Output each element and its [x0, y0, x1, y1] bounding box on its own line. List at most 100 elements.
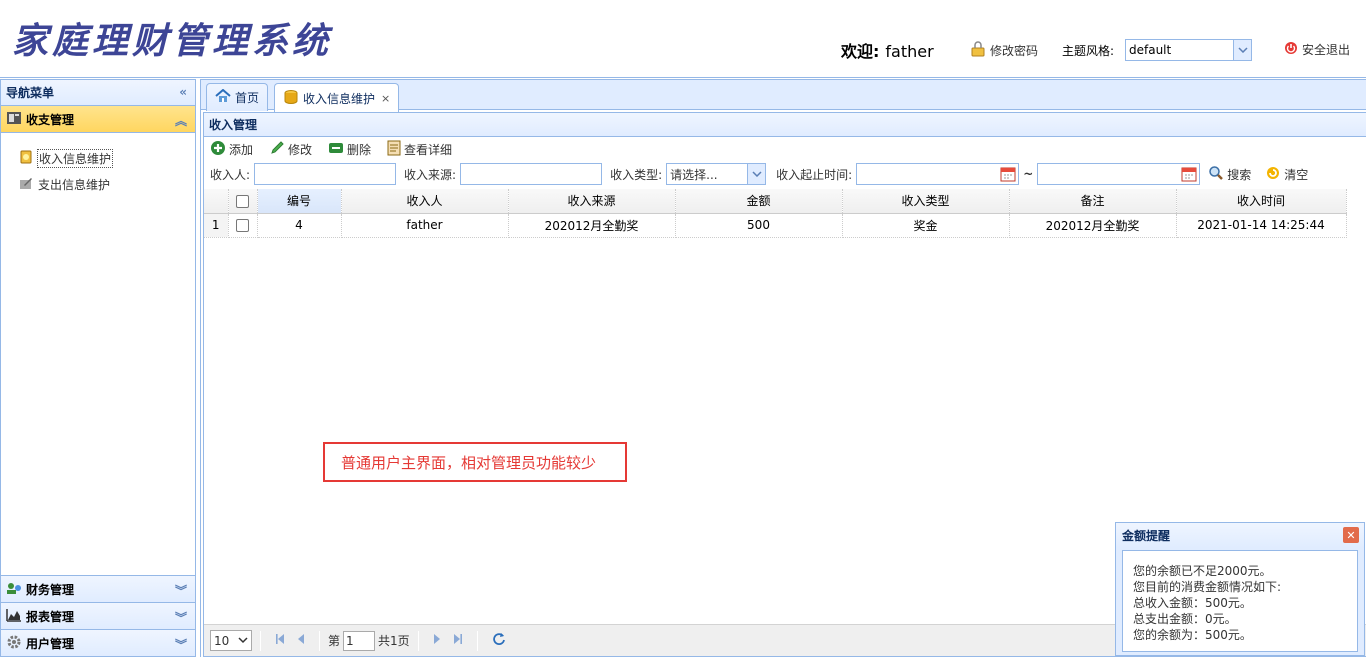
nav-item-expense[interactable]: 支出信息维护 [1, 171, 195, 197]
prev-page-icon[interactable] [297, 633, 305, 648]
add-button[interactable]: 添加 [210, 140, 253, 159]
table-row[interactable]: 1 4 father 202012月全勤奖 500 奖金 202012月全勤奖 … [204, 213, 1347, 238]
chevron-down-icon[interactable]: ︾ [175, 582, 187, 599]
payee-input[interactable] [254, 163, 397, 185]
clear-label: 清空 [1284, 167, 1309, 182]
calendar-icon[interactable] [1181, 166, 1197, 185]
calendar-icon[interactable] [1000, 166, 1016, 185]
tab-income[interactable]: 收入信息维护 × [274, 83, 400, 112]
clear-button[interactable]: 清空 [1265, 165, 1308, 184]
page-size-value: 10 [214, 633, 230, 648]
lock-icon [970, 41, 986, 60]
chevron-down-icon [747, 164, 766, 184]
nav-item-label: 支出信息维护 [38, 177, 111, 192]
last-page-icon[interactable] [453, 633, 463, 648]
search-icon [1208, 165, 1224, 184]
select-all-checkbox[interactable] [236, 194, 249, 208]
type-select[interactable]: 请选择... [666, 163, 767, 185]
nav-title: 导航菜单 [6, 86, 55, 100]
nav-section-report[interactable]: 报表管理 ︾ [1, 602, 195, 629]
page-size-select[interactable]: 10 [210, 630, 252, 651]
coins-icon [19, 150, 33, 167]
popup-line: 您的余额已不足2000元。 [1133, 564, 1272, 578]
popup-line: 总支出金额：0元。 [1133, 612, 1237, 626]
end-date-input[interactable] [1037, 163, 1201, 185]
close-icon[interactable]: × [381, 92, 390, 105]
column-header[interactable]: 收入人 [341, 189, 509, 214]
chevron-down-icon [1233, 40, 1251, 60]
search-label: 搜索 [1227, 167, 1252, 182]
pencil-icon [269, 140, 285, 159]
plus-icon [210, 140, 226, 159]
rownum-header [204, 189, 229, 214]
nav-section-income-expense[interactable]: 收支管理 ︽ [1, 106, 195, 133]
row-select-cell[interactable] [228, 213, 258, 238]
cell-amount: 500 [675, 213, 843, 238]
panel-title: 收入管理 [209, 118, 258, 132]
page-number-input[interactable]: 1 [343, 630, 376, 651]
annotation-text: 普通用户主界面，相对管理员功能较少 [341, 453, 597, 472]
app-title: 家庭理财管理系统 [12, 20, 333, 62]
payee-label: 收入人: [210, 167, 251, 182]
nav-section-label: 收支管理 [26, 112, 75, 127]
minus-icon [328, 142, 344, 157]
coins-icon [283, 89, 299, 108]
type-label: 收入类型: [610, 167, 663, 182]
grid-header-row: 编号 收入人 收入来源 金额 收入类型 备注 收入时间 [204, 189, 1347, 214]
theme-value: default [1129, 43, 1172, 57]
collapse-left-icon[interactable]: « [179, 85, 187, 99]
logout-label: 安全退出 [1302, 43, 1351, 57]
popup-line: 总收入金额：500元。 [1133, 596, 1252, 610]
edit-note-icon [19, 176, 33, 193]
tab-home[interactable]: 首页 [206, 83, 269, 111]
search-button[interactable]: 搜索 [1208, 165, 1251, 184]
theme-select[interactable]: default [1125, 39, 1252, 61]
logout-link[interactable]: 安全退出 [1284, 41, 1350, 58]
row-checkbox[interactable] [236, 219, 249, 232]
popup-body: 您的余额已不足2000元。 您目前的消费金额情况如下: 总收入金额：500元。 … [1122, 550, 1358, 652]
nav-section-user[interactable]: 用户管理 ︾ [1, 629, 195, 656]
document-icon [387, 140, 401, 159]
column-header[interactable]: 备注 [1009, 189, 1177, 214]
refresh-icon[interactable] [492, 632, 506, 649]
type-value: 请选择... [670, 167, 718, 182]
tab-label: 首页 [235, 91, 260, 105]
detail-button[interactable]: 查看详细 [387, 140, 452, 159]
range-separator: ~ [1023, 167, 1034, 181]
chevron-up-icon[interactable]: ︽ [175, 112, 187, 129]
column-header[interactable]: 编号 [257, 189, 342, 214]
page-prefix: 第 [328, 634, 341, 648]
cell-source: 202012月全勤奖 [508, 213, 676, 238]
nav-header: 导航菜单 « [1, 80, 195, 106]
chevron-down-icon[interactable]: ︾ [175, 609, 187, 626]
column-header[interactable]: 收入时间 [1176, 189, 1347, 214]
theme-label: 主题风格: [1062, 44, 1115, 58]
row-number: 1 [204, 213, 229, 238]
first-page-icon[interactable] [275, 633, 285, 648]
nav-section-finance[interactable]: 财务管理 ︾ [1, 575, 195, 602]
column-header[interactable]: 收入来源 [508, 189, 676, 214]
cell-id: 4 [257, 213, 342, 238]
edit-button[interactable]: 修改 [269, 140, 312, 159]
column-header[interactable]: 收入类型 [842, 189, 1010, 214]
source-input[interactable] [460, 163, 603, 185]
next-page-icon[interactable] [433, 633, 441, 648]
time-label: 收入起止时间: [776, 167, 853, 182]
close-icon[interactable]: ✕ [1343, 527, 1359, 543]
select-all-cell[interactable] [228, 189, 258, 214]
power-icon [1284, 41, 1298, 58]
report-icon [6, 608, 22, 625]
app-window: 家庭理财管理系统 欢迎: father 修改密码 主题风格: default 安全… [0, 0, 1366, 657]
start-date-input[interactable] [856, 163, 1020, 185]
pager-separator [476, 630, 478, 651]
change-password-label: 修改密码 [990, 44, 1039, 58]
change-password-link[interactable]: 修改密码 [970, 41, 1038, 60]
nav-item-income[interactable]: 收入信息维护 [1, 145, 195, 171]
tab-bar: 首页 收入信息维护 × [201, 79, 1366, 112]
popup-header: 金额提醒 ✕ [1116, 523, 1364, 548]
nav-section-label: 报表管理 [26, 609, 75, 624]
chevron-down-icon[interactable]: ︾ [175, 636, 187, 653]
panel-header: 收入管理 [204, 113, 1366, 137]
delete-button[interactable]: 删除 [328, 141, 371, 158]
column-header[interactable]: 金额 [675, 189, 843, 214]
